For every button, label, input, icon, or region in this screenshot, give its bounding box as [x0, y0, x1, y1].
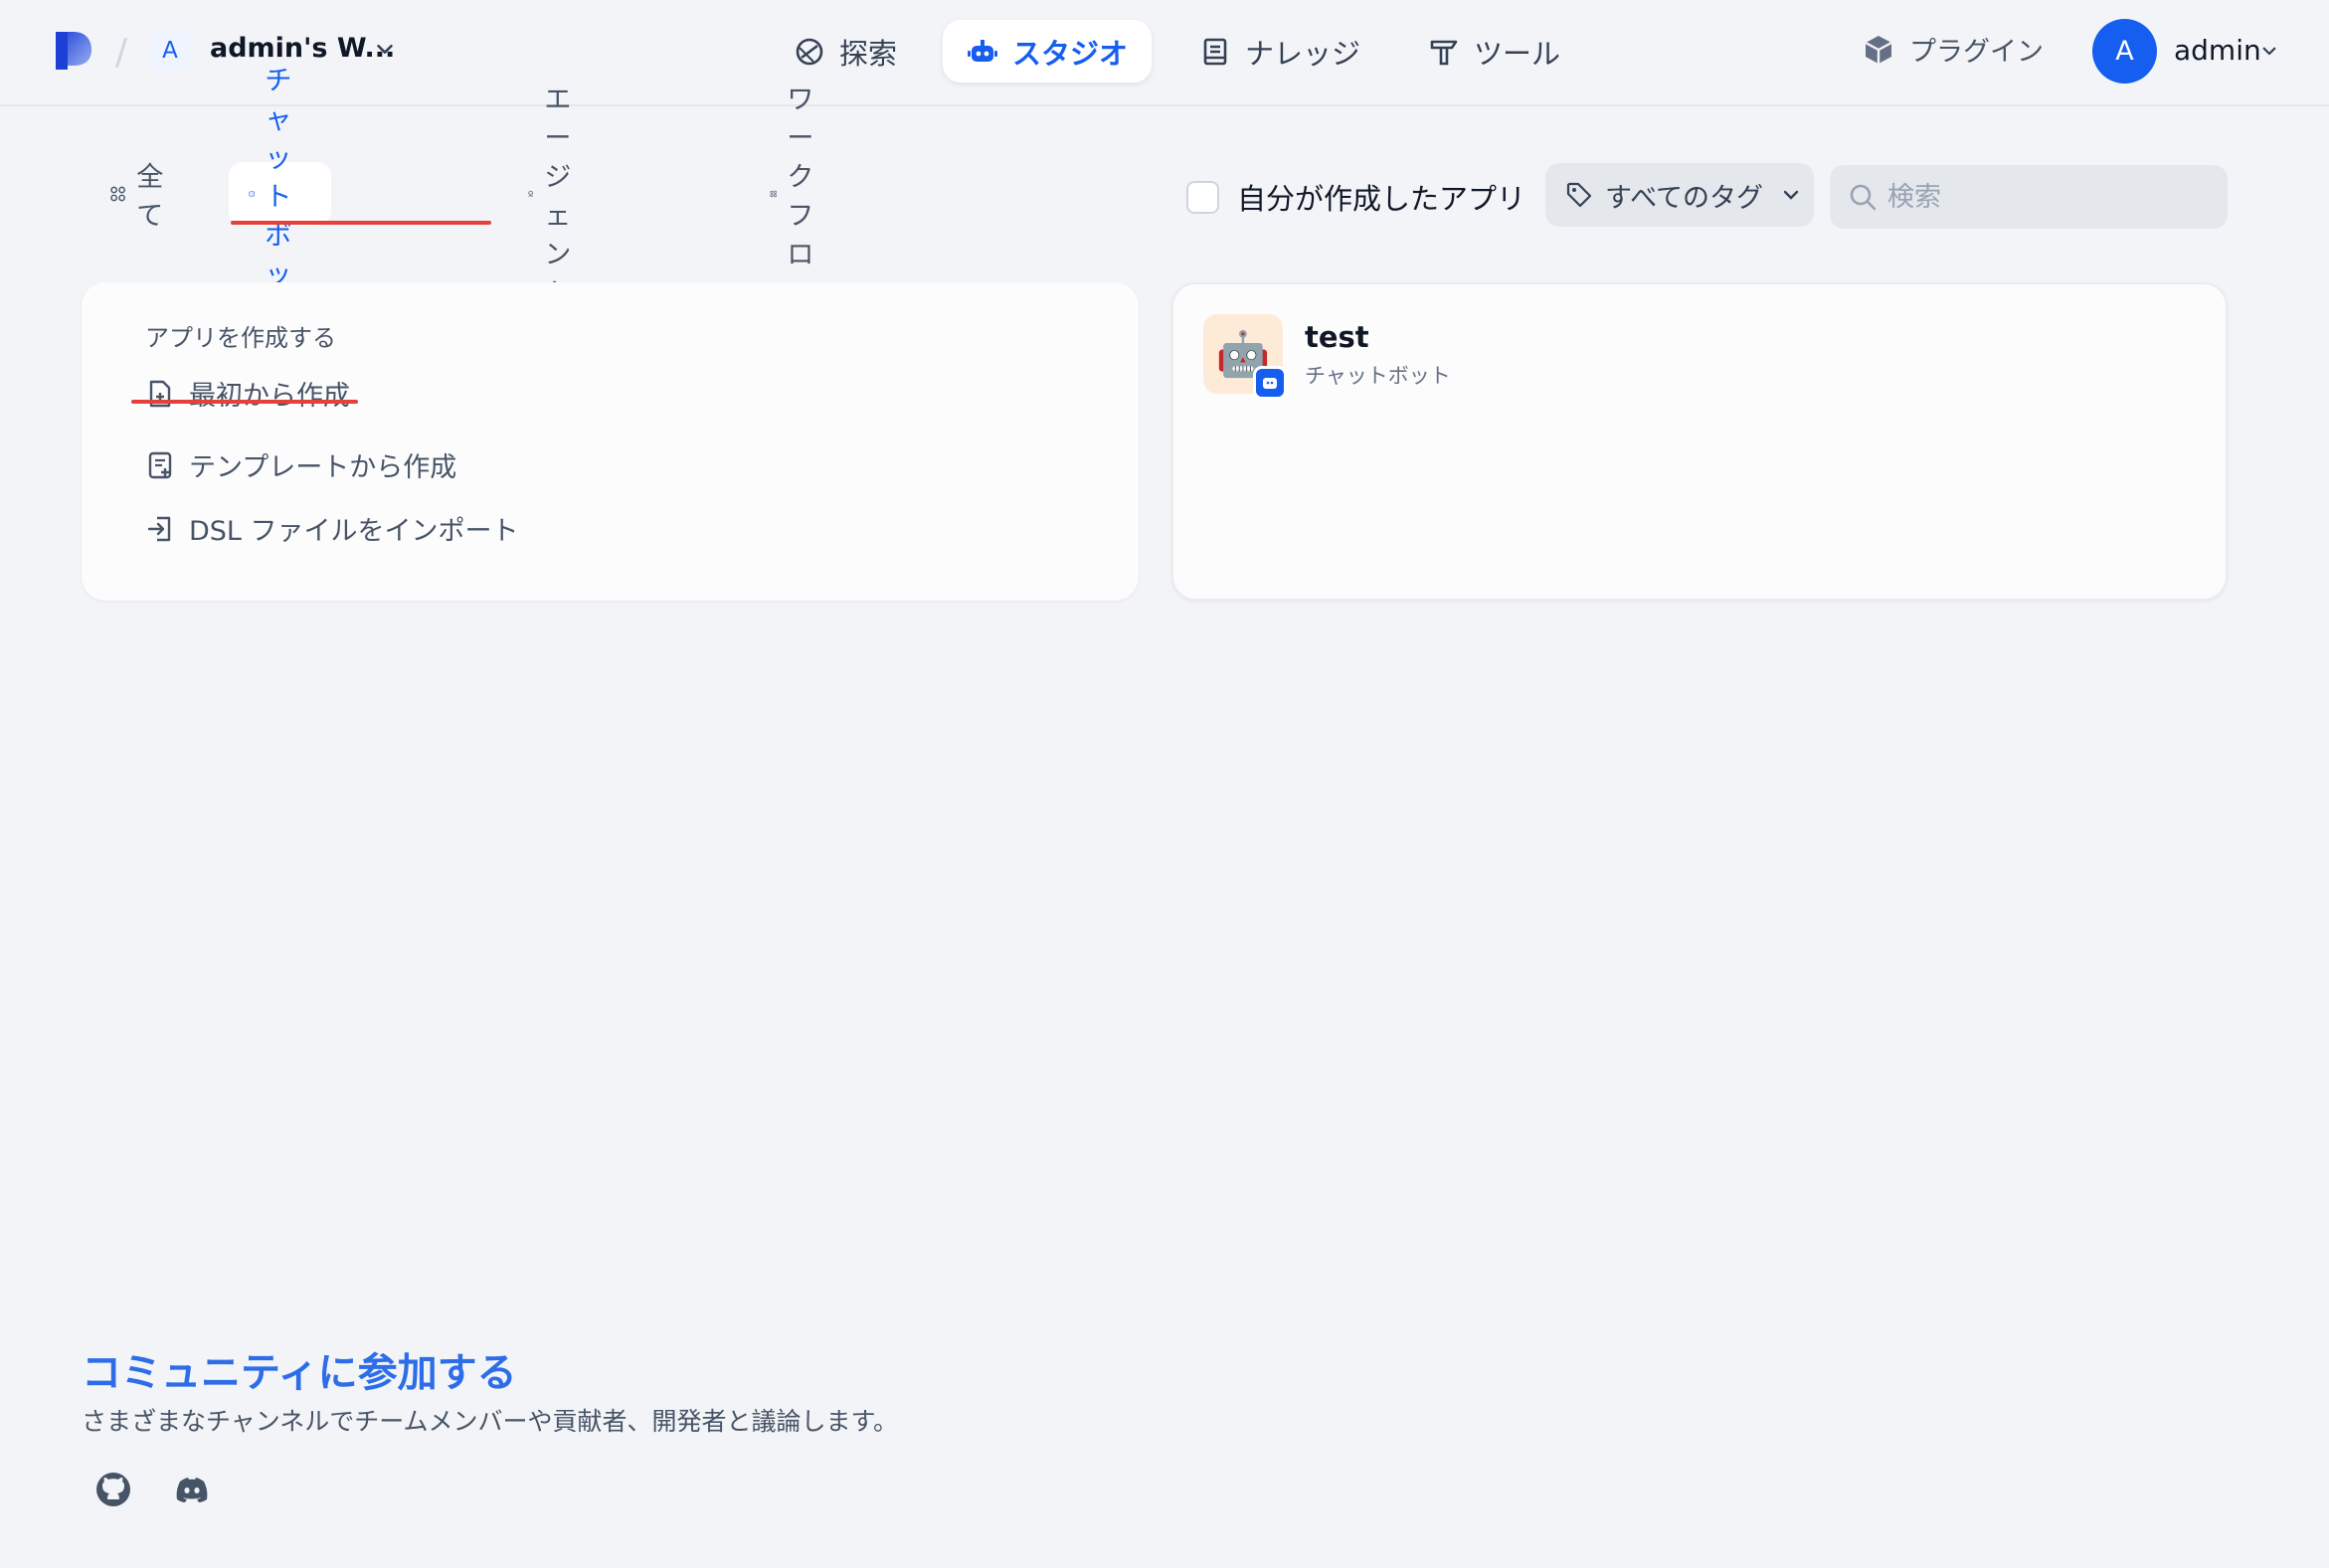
chevron-down-icon [1783, 190, 1799, 200]
search-input[interactable] [1887, 181, 2206, 213]
plugin-label: プラグイン [1909, 37, 2044, 68]
agent-icon [528, 190, 533, 197]
nav-studio-label: スタジオ [1012, 36, 1129, 71]
nav-tools-label: ツール [1474, 36, 1561, 71]
chat-bot-icon [249, 191, 255, 197]
import-icon [147, 516, 171, 541]
import-dsl-file[interactable]: DSL ファイルをインポート [145, 509, 519, 548]
nav-explore-label: 探索 [839, 36, 898, 71]
create-app-card: アプリを作成する 最初から作成 テンプレートから作成 DSL ファイルをインポー… [82, 282, 1139, 601]
tab-workflow-label: ワークフロー [787, 85, 814, 309]
tag-filter-dropdown[interactable]: すべてのタグ [1545, 163, 1814, 227]
tab-workflow[interactable]: ワークフロー [750, 85, 852, 309]
create-from-template[interactable]: テンプレートから作成 [145, 445, 456, 484]
app-name: test [1305, 320, 1369, 354]
nav-tools[interactable]: ツール [1404, 20, 1584, 83]
tab-all-label: 全て [136, 162, 164, 232]
tab-agent-label: エージェント [544, 85, 572, 309]
create-from-blank-label: 最初から作成 [189, 381, 350, 412]
my-apps-checkbox[interactable] [1186, 180, 1219, 214]
workflow-icon [770, 190, 777, 198]
book-icon [1203, 38, 1227, 65]
app-logo-icon[interactable] [52, 30, 93, 72]
create-from-blank[interactable]: 最初から作成 [145, 374, 350, 413]
hammer-icon [1430, 40, 1458, 65]
tab-chatbot[interactable]: チャットボット [229, 66, 331, 329]
template-icon [148, 451, 172, 478]
tag-icon [1566, 182, 1592, 208]
robot-icon [968, 39, 997, 62]
user-name[interactable]: admin [2174, 34, 2261, 67]
chevron-down-icon[interactable] [2260, 42, 2278, 60]
community-title: コミュニティに参加する [82, 1350, 517, 1396]
community-description: さまざまなチャンネルでチームメンバーや貢献者、開発者と議論します。 [82, 1407, 899, 1436]
workspace-avatar[interactable]: A [149, 30, 191, 72]
chevron-down-icon[interactable] [374, 38, 396, 60]
github-icon[interactable] [93, 1470, 133, 1509]
search-icon [1850, 184, 1877, 211]
chatbot-badge-icon [1253, 366, 1287, 400]
nav-studio[interactable]: スタジオ [943, 20, 1153, 83]
create-from-template-label: テンプレートから作成 [189, 452, 457, 483]
new-file-icon [149, 380, 171, 407]
my-apps-label: 自分が作成したアプリ [1237, 182, 1526, 216]
my-apps-filter[interactable]: 自分が作成したアプリ [1186, 176, 1525, 218]
nav-explore[interactable]: 探索 [770, 20, 921, 83]
app-type-label: チャットボット [1305, 364, 1451, 388]
nav-knowledge-label: ナレッジ [1245, 36, 1361, 71]
tag-filter-label: すべてのタグ [1605, 182, 1764, 214]
user-avatar[interactable]: A [2092, 19, 2157, 84]
nav-knowledge[interactable]: ナレッジ [1175, 20, 1384, 83]
cube-icon [1865, 35, 1892, 64]
grid-icon [110, 186, 125, 202]
plugin-button[interactable]: プラグイン [1862, 30, 2044, 69]
tab-all[interactable]: 全て [90, 162, 192, 232]
top-bar: / A admin's W... 探索 スタジオ ナレッジ ツール プラグイン … [0, 0, 2329, 106]
highlight-underline [231, 221, 491, 225]
discord-icon[interactable] [172, 1470, 212, 1509]
search-box[interactable] [1830, 165, 2228, 229]
highlight-underline [131, 400, 358, 404]
create-app-title: アプリを作成する [145, 324, 336, 352]
app-card[interactable]: 🤖 test チャットボット [1171, 282, 2228, 601]
breadcrumb-separator: / [115, 32, 128, 73]
compass-icon [796, 38, 823, 65]
import-dsl-file-label: DSL ファイルをインポート [189, 516, 519, 547]
tab-agent[interactable]: エージェント [507, 85, 610, 309]
